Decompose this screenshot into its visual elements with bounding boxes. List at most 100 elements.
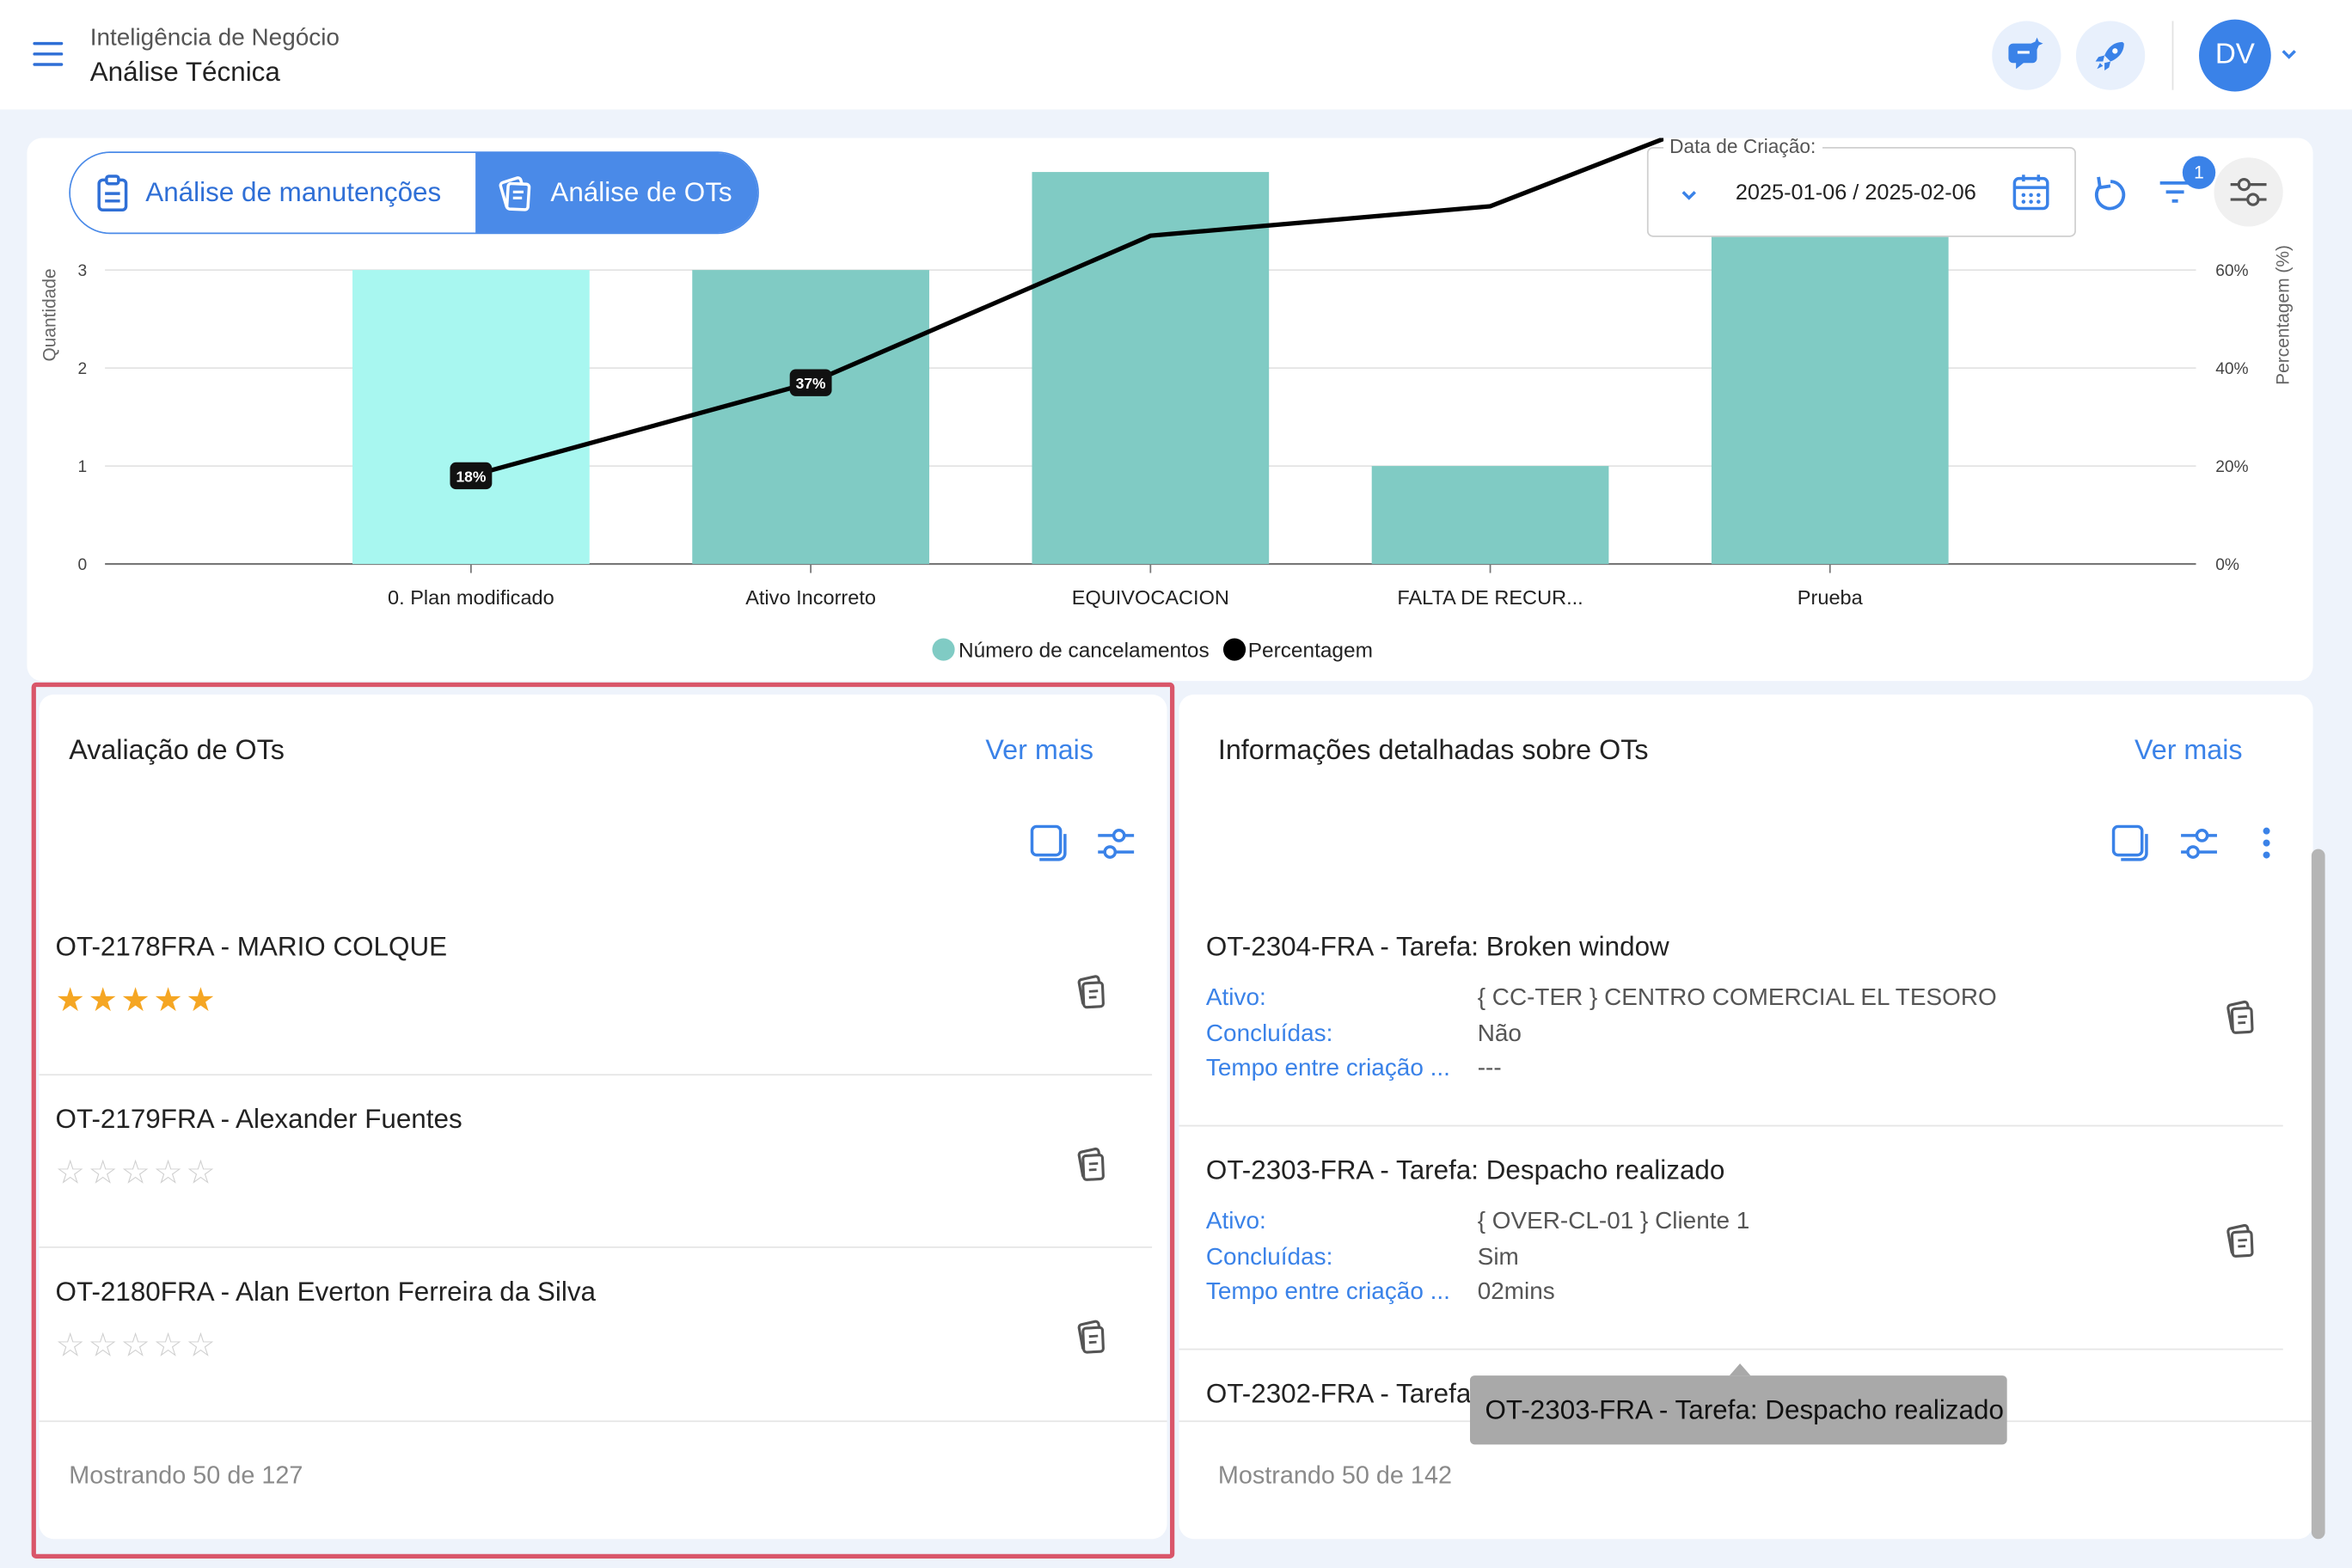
x-tick-label: FALTA DE RECUR... xyxy=(1397,586,1583,609)
star-filled-icon[interactable]: ★ xyxy=(153,983,182,1017)
tab-ot-label: Análise de OTs xyxy=(550,176,732,207)
field-value-concluidas: Sim xyxy=(1477,1245,1519,1271)
top-divider xyxy=(2171,21,2174,90)
pagination-info: Mostrando 50 de 127 xyxy=(69,1462,303,1490)
star-empty-icon[interactable]: ☆ xyxy=(56,1155,85,1189)
star-empty-icon[interactable]: ☆ xyxy=(186,1155,215,1189)
star-filled-icon[interactable]: ★ xyxy=(56,983,85,1017)
ot-item-title: OT-2180FRA - Alan Everton Ferreira da Si… xyxy=(55,1276,597,1307)
rocket-button[interactable] xyxy=(2075,21,2146,90)
star-empty-icon[interactable]: ☆ xyxy=(120,1328,150,1362)
ver-mais-link[interactable]: Ver mais xyxy=(2135,733,2243,766)
y-axis-label: Quantidade xyxy=(40,268,60,361)
tab-maintenance-analysis[interactable]: Análise de manutenções xyxy=(70,152,476,233)
tooltip: OT-2303-FRA - Tarefa: Despacho realizado xyxy=(1470,1375,2007,1445)
field-label-tempo: Tempo entre criação ... xyxy=(1205,1279,1450,1306)
legend-label: Número de cancelamentos xyxy=(959,639,1210,662)
star-rating[interactable]: ☆ ☆ ☆ ☆ ☆ xyxy=(56,1328,216,1362)
scrollbar[interactable] xyxy=(2311,848,2325,1540)
more-vertical-icon[interactable] xyxy=(2259,824,2274,862)
ot-item-title: OT-2178FRA - MARIO COLQUE xyxy=(55,931,448,962)
star-filled-icon[interactable]: ★ xyxy=(186,983,215,1017)
pareto-chart-card: 18% 37% 0 1 2 3 0% 20% 40% 60% Quantidade Percenta… xyxy=(27,138,2313,682)
x-tick-label: EQUIVOCACION xyxy=(1072,586,1229,609)
y2-tick-label: 20% xyxy=(2215,458,2248,476)
sliders-icon[interactable] xyxy=(1097,824,1136,862)
breadcrumb-parent[interactable]: Inteligência de Negócio xyxy=(90,26,340,52)
ot-item-title: OT-2302-FRA - Tarefa: xyxy=(1205,1378,1479,1409)
top-bar: Inteligência de Negócio Análise Técnica … xyxy=(0,0,2352,110)
chart-settings-button[interactable] xyxy=(2214,157,2283,227)
chart-bar xyxy=(352,270,590,565)
footer-divider xyxy=(39,1420,1167,1423)
date-range-field[interactable]: Data de Criação: 2025-01-06 / 2025-02-06 xyxy=(1646,138,2076,237)
filter-count-badge: 1 xyxy=(2182,156,2216,189)
page-title: Análise Técnica xyxy=(89,57,280,88)
list-item[interactable]: OT-2178FRA - MARIO COLQUE ★ ★ ★ ★ ★ xyxy=(39,920,1167,1075)
field-label-concluidas: Concluídas: xyxy=(1205,1021,1333,1047)
chat-sparkle-icon xyxy=(2008,37,2043,70)
ot-evaluation-panel: Avaliação de OTs Ver mais OT-2178FRA - M… xyxy=(39,694,1167,1540)
list-item[interactable]: OT-2304-FRA - Tarefa: Broken window Ativ… xyxy=(1179,920,2312,1125)
list-item[interactable]: OT-2180FRA - Alan Everton Ferreira da Si… xyxy=(39,1265,1167,1419)
y2-tick-label: 40% xyxy=(2215,360,2248,378)
list-item[interactable]: OT-2303-FRA - Tarefa: Despacho realizado… xyxy=(1179,1143,2312,1349)
y-tick-label: 2 xyxy=(78,360,88,378)
workorder-tags-icon[interactable] xyxy=(1071,1317,1110,1356)
tab-ot-analysis[interactable]: Análise de OTs xyxy=(475,152,758,233)
x-tick-label: 0. Plan modificado xyxy=(388,586,554,609)
list-separator xyxy=(1179,1348,2283,1351)
menu-icon[interactable] xyxy=(33,40,64,67)
clipboard-icon xyxy=(97,174,128,211)
workorder-tags-icon[interactable] xyxy=(2220,1221,2258,1259)
date-range-label: Data de Criação: xyxy=(1663,138,1822,158)
tab-maintenance-label: Análise de manutenções xyxy=(145,176,442,207)
pagination-info: Mostrando 50 de 142 xyxy=(1217,1462,1452,1490)
workorder-tags-icon[interactable] xyxy=(1071,972,1110,1011)
chart-bar xyxy=(1371,466,1609,565)
legend-swatch xyxy=(932,638,955,661)
field-label-ativo: Ativo: xyxy=(1205,1209,1266,1235)
star-rating[interactable]: ☆ ☆ ☆ ☆ ☆ xyxy=(56,1155,216,1189)
list-separator xyxy=(39,1246,1153,1248)
calendar-icon[interactable] xyxy=(2012,173,2050,211)
star-empty-icon[interactable]: ☆ xyxy=(186,1328,215,1362)
chevron-down-icon[interactable] xyxy=(2279,44,2300,64)
field-value-tempo: --- xyxy=(1477,1056,1502,1082)
field-label-concluidas: Concluídas: xyxy=(1205,1245,1333,1271)
y2-tick-label: 60% xyxy=(2215,262,2248,280)
avatar[interactable]: DV xyxy=(2199,19,2271,92)
chevron-down-icon[interactable] xyxy=(1679,185,1700,205)
data-label: 37% xyxy=(796,375,826,392)
data-label: 18% xyxy=(456,468,486,485)
tooltip-arrow xyxy=(1729,1363,1751,1376)
x-tick-label: Ativo Incorreto xyxy=(745,586,876,609)
star-rating[interactable]: ★ ★ ★ ★ ★ xyxy=(56,983,216,1017)
star-filled-icon[interactable]: ★ xyxy=(120,983,150,1017)
list-item[interactable]: OT-2179FRA - Alexander Fuentes ☆ ☆ ☆ ☆ ☆ xyxy=(39,1092,1167,1246)
star-empty-icon[interactable]: ☆ xyxy=(56,1328,85,1362)
chat-assistant-button[interactable] xyxy=(1992,21,2061,90)
star-empty-icon[interactable]: ☆ xyxy=(88,1155,117,1189)
ver-mais-link[interactable]: Ver mais xyxy=(985,733,1093,766)
workorder-tags-icon xyxy=(499,175,531,211)
star-empty-icon[interactable]: ☆ xyxy=(153,1155,182,1189)
sliders-icon[interactable] xyxy=(2179,824,2218,862)
star-empty-icon[interactable]: ☆ xyxy=(88,1328,117,1362)
chart-bar xyxy=(1032,172,1270,565)
star-empty-icon[interactable]: ☆ xyxy=(120,1155,150,1189)
field-value-tempo: 02mins xyxy=(1477,1279,1555,1306)
y2-axis-label: Percentagem (%) xyxy=(2274,245,2294,385)
star-filled-icon[interactable]: ★ xyxy=(88,983,117,1017)
y-tick-label: 1 xyxy=(78,458,88,476)
workorder-tags-icon[interactable] xyxy=(1071,1144,1110,1183)
copy-icon[interactable] xyxy=(1029,824,1068,862)
x-tick-label: Prueba xyxy=(1798,586,1864,609)
copy-icon[interactable] xyxy=(2110,824,2149,862)
refresh-icon[interactable] xyxy=(2091,174,2129,212)
list-separator xyxy=(1179,1124,2283,1127)
workorder-tags-icon[interactable] xyxy=(2220,997,2258,1036)
legend-swatch xyxy=(1222,638,1246,661)
star-empty-icon[interactable]: ☆ xyxy=(153,1328,182,1362)
y2-tick-label: 0% xyxy=(2215,556,2239,574)
